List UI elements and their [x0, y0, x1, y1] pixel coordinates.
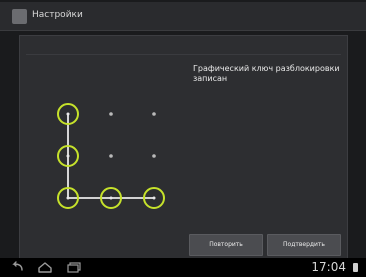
pattern-node-1-center — [66, 112, 70, 116]
pattern-node-4-center — [66, 154, 70, 158]
pattern-node-8-center — [109, 196, 113, 200]
pattern-node-7-center — [66, 196, 70, 200]
pattern-node-3[interactable] — [152, 112, 156, 116]
settings-app-icon[interactable] — [12, 9, 27, 24]
window-title: Настройки — [32, 10, 83, 20]
confirm-button[interactable]: Подтвердить — [267, 234, 341, 256]
clock: 17:04 — [311, 260, 346, 274]
pattern-lock-panel: Графический ключ разблокировки записан П… — [19, 35, 348, 259]
pattern-node-9-center — [152, 196, 156, 200]
system-navigation-bar: 17:04 — [0, 258, 366, 277]
button-bar: Повторить Подтвердить — [185, 234, 345, 258]
battery-icon — [353, 263, 358, 272]
pattern-grid[interactable] — [20, 36, 347, 258]
back-icon[interactable] — [10, 261, 24, 273]
pattern-node-2[interactable] — [109, 112, 113, 116]
retry-button[interactable]: Повторить — [189, 234, 263, 256]
recent-apps-icon[interactable] — [66, 261, 82, 273]
tablet-screen: Настройки Графический ключ разблокировки… — [0, 0, 366, 277]
action-bar: Настройки — [0, 2, 366, 31]
home-icon[interactable] — [37, 261, 53, 273]
pattern-node-5[interactable] — [109, 154, 113, 158]
pattern-node-6[interactable] — [152, 154, 156, 158]
